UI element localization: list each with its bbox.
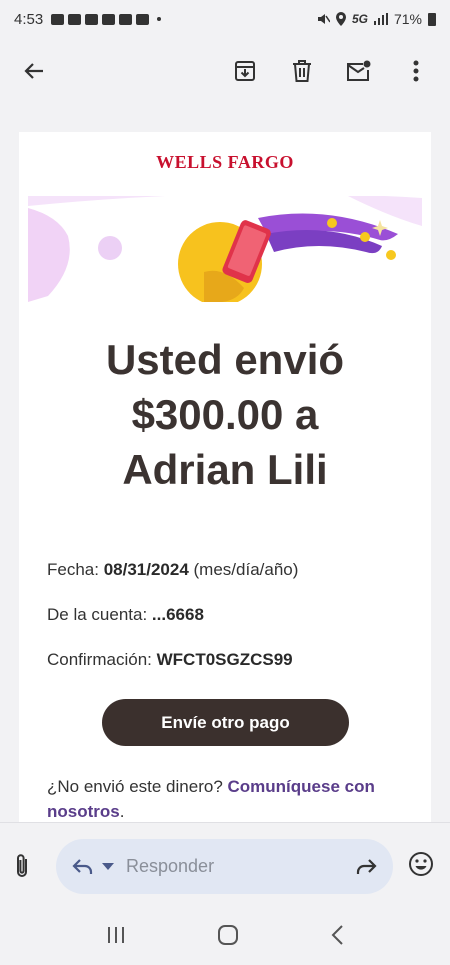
reply-options-chevron-icon[interactable] xyxy=(102,862,114,871)
email-card: WELLS FARGO Usted envió $300.00 a Adrian… xyxy=(19,132,431,822)
date-row: Fecha: 08/31/2024 (mes/día/año) xyxy=(47,560,298,605)
paperclip-icon xyxy=(17,854,27,877)
attach-button[interactable] xyxy=(14,852,32,885)
date-value: 08/31/2024 xyxy=(103,560,189,579)
recent-apps-button[interactable] xyxy=(106,926,126,949)
network-type: 5G xyxy=(351,12,368,26)
more-options-button[interactable] xyxy=(396,51,436,91)
tiktok-icon xyxy=(119,13,133,25)
notification-icons xyxy=(51,13,162,25)
confirmation-label: Confirmación: xyxy=(47,650,157,669)
email-body[interactable]: WELLS FARGO Usted envió $300.00 a Adrian… xyxy=(0,104,450,822)
confirmation-row: Confirmación: WFCT0SGZCS99 xyxy=(47,650,298,695)
battery-icon xyxy=(428,12,436,26)
system-icons: 5G 71% xyxy=(316,11,436,27)
mute-icon xyxy=(317,14,330,24)
mark-unread-button[interactable] xyxy=(339,51,379,91)
nav-back-button[interactable] xyxy=(330,924,344,951)
account-label: De la cuenta: xyxy=(47,605,152,624)
question-text: ¿No envió este dinero? xyxy=(47,777,228,796)
chat-icon xyxy=(51,13,65,25)
back-button[interactable] xyxy=(14,51,54,91)
confirmation-value: WFCT0SGZCS99 xyxy=(156,650,293,669)
more-notifications-icon xyxy=(157,17,162,21)
youtube-icon xyxy=(136,13,150,25)
headline-line-3: Adrian Lili xyxy=(122,446,328,493)
clock: 4:53 xyxy=(14,10,44,28)
email-toolbar xyxy=(0,38,450,104)
youtube-icon xyxy=(85,13,99,25)
reply-placeholder: Responder xyxy=(126,856,215,876)
account-row: De la cuenta: ...6668 xyxy=(47,605,298,650)
gmail-icon xyxy=(68,13,82,25)
reply-icon[interactable] xyxy=(72,858,94,876)
more-vert-icon xyxy=(413,60,419,82)
trash-icon xyxy=(293,60,311,82)
chevron-left-icon xyxy=(331,925,344,945)
system-navigation-bar xyxy=(0,910,450,965)
headline: Usted envió $300.00 a Adrian Lili xyxy=(19,332,431,497)
recent-apps-icon xyxy=(107,927,124,943)
arrow-left-icon xyxy=(24,63,43,79)
home-icon xyxy=(217,925,238,945)
home-button[interactable] xyxy=(217,924,239,951)
reply-bar: Responder xyxy=(0,822,450,910)
wells-fargo-logo: WELLS FARGO xyxy=(156,152,294,172)
delete-button[interactable] xyxy=(282,51,322,91)
mail-unread-icon xyxy=(347,60,371,81)
question-end: . xyxy=(119,802,125,821)
headline-line-1: Usted envió xyxy=(105,336,345,383)
date-label: Fecha: xyxy=(47,560,104,579)
archive-button[interactable] xyxy=(225,51,265,91)
emoji-button[interactable] xyxy=(408,851,434,882)
youtube-icon xyxy=(102,13,116,25)
headline-line-2: $300.00 a xyxy=(131,391,319,438)
account-value: ...6668 xyxy=(151,605,204,624)
battery-level: 71% xyxy=(393,11,422,27)
forward-icon[interactable] xyxy=(355,858,377,876)
status-bar: 4:53 5G 71% xyxy=(0,0,450,38)
archive-icon xyxy=(235,61,255,81)
reply-field[interactable]: Responder xyxy=(56,839,393,894)
signal-icon xyxy=(373,13,388,25)
send-another-payment-button[interactable]: Envíe otro pago xyxy=(102,699,349,746)
date-format: (mes/día/año) xyxy=(188,560,299,579)
transaction-details: Fecha: 08/31/2024 (mes/día/año) De la cu… xyxy=(47,560,298,695)
hero-illustration xyxy=(28,196,422,302)
emoji-icon xyxy=(409,852,433,876)
did-not-send-question: ¿No envió este dinero? Comuníquese con n… xyxy=(47,774,407,822)
location-icon xyxy=(335,12,346,26)
